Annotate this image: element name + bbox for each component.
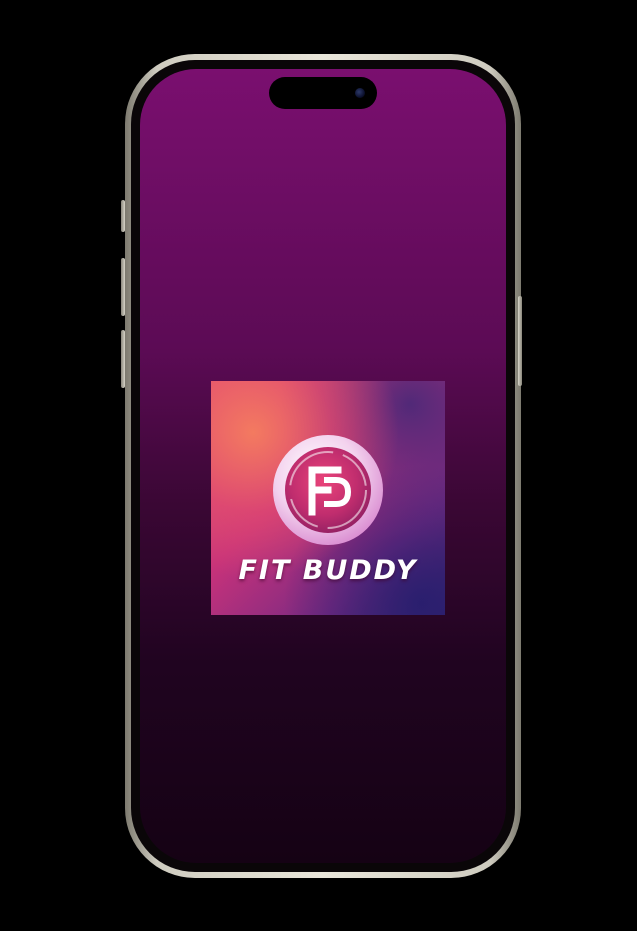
volume-up-button xyxy=(121,258,125,316)
front-camera-icon xyxy=(355,88,365,98)
dynamic-island xyxy=(269,77,377,109)
power-button xyxy=(518,296,522,386)
app-logo: FIT BUDDY xyxy=(211,381,445,615)
volume-down-button xyxy=(121,330,125,388)
action-button xyxy=(121,200,125,232)
app-name: FIT BUDDY xyxy=(238,555,418,586)
fit-buddy-logo-icon xyxy=(273,435,383,545)
